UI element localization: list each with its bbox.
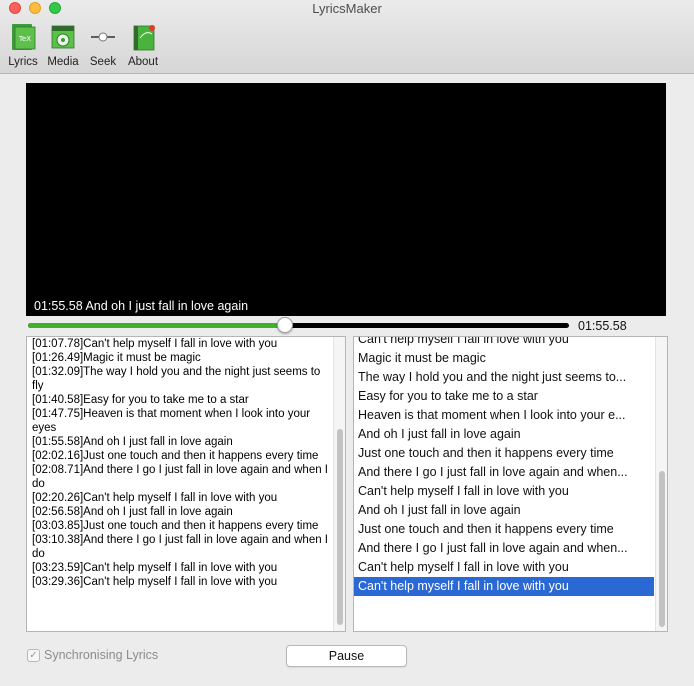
sync-lyrics-label: Synchronising Lyrics (44, 648, 159, 662)
timestamped-lyric-line[interactable]: [03:23.59]Can't help myself I fall in lo… (32, 561, 332, 575)
timestamped-lyric-line[interactable]: [03:10.38]And there I go I just fall in … (32, 533, 332, 561)
about-book-icon (133, 25, 155, 51)
toolbar-about-label: About (127, 56, 159, 68)
timestamped-lyric-line[interactable]: [01:40.58]Easy for you to take me to a s… (32, 393, 332, 407)
lyrics-line-row[interactable]: Can't help myself I fall in love with yo… (354, 337, 654, 349)
timestamped-lyric-line[interactable]: [01:32.09]The way I hold you and the nig… (32, 365, 332, 393)
lyrics-line-row[interactable]: Can't help myself I fall in love with yo… (354, 482, 654, 501)
left-panel-scrollbar[interactable] (333, 337, 345, 631)
toolbar-lyrics-button[interactable]: TeX Lyrics (1, 22, 45, 68)
lyrics-line-row[interactable]: Just one touch and then it happens every… (354, 444, 654, 463)
timestamped-lyric-line[interactable]: [01:07.78]Can't help myself I fall in lo… (32, 337, 332, 351)
toolbar-media-label: Media (47, 56, 79, 68)
lyrics-lines: Can't help myself I fall in love with yo… (354, 337, 654, 596)
toolbar-about-button[interactable]: About (121, 22, 165, 68)
left-panel-scroll-thumb[interactable] (337, 429, 343, 625)
timestamped-lyrics-text[interactable]: [01:07.78]Can't help myself I fall in lo… (32, 337, 332, 589)
timestamped-lyric-line[interactable]: [03:03.85]Just one touch and then it hap… (32, 519, 332, 533)
svg-text:TeX: TeX (18, 35, 31, 43)
timestamped-lyric-line[interactable]: [01:47.75]Heaven is that moment when I l… (32, 407, 332, 435)
window-title: LyricsMaker (312, 1, 382, 16)
lyrics-line-row[interactable]: Easy for you to take me to a star (354, 387, 654, 406)
timestamped-lyric-line[interactable]: [01:55.58]And oh I just fall in love aga… (32, 435, 332, 449)
toolbar-media-button[interactable]: Media (41, 22, 85, 68)
playback-time: 01:55.58 (578, 319, 627, 333)
toolbar-lyrics-label: Lyrics (8, 56, 38, 68)
pause-button[interactable]: Pause (286, 645, 407, 667)
seek-bar[interactable] (28, 317, 569, 333)
timestamped-lyric-line[interactable]: [01:26.49]Magic it must be magic (32, 351, 332, 365)
media-film-icon (51, 25, 75, 49)
right-panel-scrollbar[interactable] (655, 337, 667, 631)
lyrics-line-row[interactable]: Can't help myself I fall in love with yo… (354, 577, 654, 596)
timestamped-lyric-line[interactable]: [02:56.58]And oh I just fall in love aga… (32, 505, 332, 519)
toolbar-seek-button[interactable]: Seek (81, 22, 125, 68)
timestamped-lyrics-editor[interactable]: [01:07.78]Can't help myself I fall in lo… (26, 336, 346, 632)
video-player[interactable]: 01:55.58 And oh I just fall in love agai… (26, 83, 666, 316)
seek-bar-progress (28, 323, 285, 328)
window-titlebar: LyricsMaker TeX Lyrics Media Seek About (0, 0, 694, 74)
lyrics-tex-icon: TeX (12, 24, 36, 50)
timestamped-lyric-line[interactable]: [02:20.26]Can't help myself I fall in lo… (32, 491, 332, 505)
timestamped-lyric-line[interactable]: [02:08.71]And there I go I just fall in … (32, 463, 332, 491)
lyrics-lines-list[interactable]: Can't help myself I fall in love with yo… (353, 336, 668, 632)
lyrics-line-row[interactable]: Magic it must be magic (354, 349, 654, 368)
lyrics-line-row[interactable]: Just one touch and then it happens every… (354, 520, 654, 539)
lyrics-line-row[interactable]: And oh I just fall in love again (354, 425, 654, 444)
lyrics-line-row[interactable]: The way I hold you and the night just se… (354, 368, 654, 387)
lyrics-line-row[interactable]: And there I go I just fall in love again… (354, 463, 654, 482)
right-panel-scroll-thumb[interactable] (659, 471, 665, 627)
sync-lyrics-toggle[interactable]: ✓ Synchronising Lyrics (27, 648, 158, 662)
seek-slider-icon (91, 32, 115, 42)
timestamped-lyric-line[interactable]: [03:29.36]Can't help myself I fall in lo… (32, 575, 332, 589)
lyrics-line-row[interactable]: And there I go I just fall in love again… (354, 539, 654, 558)
lyrics-line-row[interactable]: Can't help myself I fall in love with yo… (354, 558, 654, 577)
video-lyric-caption: 01:55.58 And oh I just fall in love agai… (34, 299, 249, 313)
seek-bar-knob[interactable] (276, 317, 293, 333)
lyrics-line-row[interactable]: And oh I just fall in love again (354, 501, 654, 520)
sync-lyrics-checkbox[interactable]: ✓ (27, 648, 40, 662)
toolbar-seek-label: Seek (89, 56, 117, 68)
timestamped-lyric-line[interactable]: [02:02.16]Just one touch and then it hap… (32, 449, 332, 463)
lyrics-line-row[interactable]: Heaven is that moment when I look into y… (354, 406, 654, 425)
